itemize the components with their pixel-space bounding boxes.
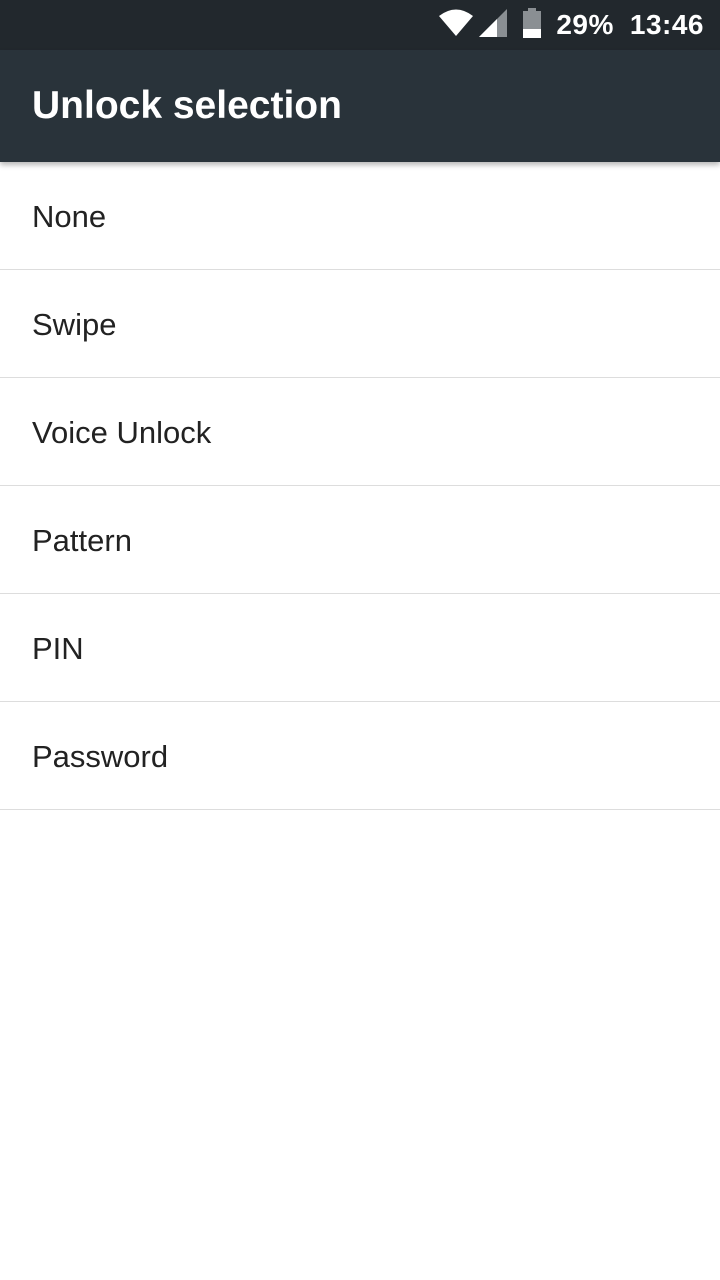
option-label: Voice Unlock — [32, 415, 212, 450]
option-label: Password — [32, 739, 169, 774]
status-icons: 29% 13:46 — [438, 0, 704, 50]
app-bar: Unlock selection — [0, 50, 720, 162]
battery-icon — [522, 7, 542, 43]
page-title: Unlock selection — [32, 84, 342, 127]
battery-percent: 29% — [556, 9, 614, 40]
option-pin[interactable]: PIN — [0, 594, 720, 702]
cellular-signal-icon — [478, 8, 508, 43]
wifi-icon — [438, 9, 474, 42]
option-voice-unlock[interactable]: Voice Unlock — [0, 378, 720, 486]
option-label: None — [32, 199, 107, 234]
option-none[interactable]: None — [0, 162, 720, 270]
clock: 13:46 — [629, 9, 704, 40]
option-pattern[interactable]: Pattern — [0, 486, 720, 594]
option-password[interactable]: Password — [0, 702, 720, 810]
unlock-options-list: None Swipe Voice Unlock Pattern PIN Pass… — [0, 162, 720, 810]
option-label: Pattern — [32, 523, 132, 558]
status-bar: 29% 13:46 — [0, 0, 720, 50]
option-label: Swipe — [32, 307, 117, 342]
option-swipe[interactable]: Swipe — [0, 270, 720, 378]
option-label: PIN — [32, 631, 84, 666]
